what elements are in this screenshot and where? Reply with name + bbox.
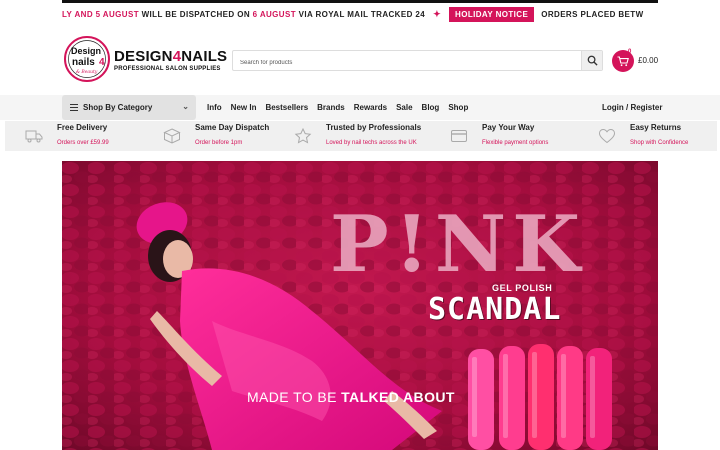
- main-navigation: Shop By Category ⌄ Info New In Bestselle…: [0, 95, 720, 120]
- feature-title: Pay Your Way: [482, 123, 535, 132]
- polish-bottles: [468, 344, 612, 450]
- feature-title: Trusted by Professionals: [326, 123, 422, 132]
- shop-by-category-button[interactable]: Shop By Category ⌄: [62, 95, 196, 120]
- nav-link-brands[interactable]: Brands: [317, 103, 345, 112]
- hero-product-word: SCANDAL: [428, 292, 562, 327]
- feature-subtitle: Shop with Confidence: [630, 140, 689, 146]
- nav-link-shop[interactable]: Shop: [448, 103, 468, 112]
- ticker-date-range: LY AND 5 AUGUST: [62, 10, 139, 19]
- hero-slogan-b: TALKED ABOUT: [341, 389, 455, 405]
- site-header: Design nails 4 & Beauty DESIGN4NAILS PRO…: [62, 30, 658, 92]
- hero-slogan: MADE TO BE TALKED ABOUT: [247, 389, 455, 405]
- login-register-link[interactable]: Login / Register: [602, 103, 662, 112]
- feature-title: Same Day Dispatch: [195, 123, 270, 132]
- nav-link-sale[interactable]: Sale: [396, 103, 412, 112]
- search-bar: [232, 50, 603, 73]
- hero-slogan-a: MADE TO BE: [247, 389, 342, 405]
- search-input[interactable]: [233, 53, 578, 73]
- menu-icon: [70, 104, 78, 111]
- search-icon: [587, 55, 598, 66]
- hero-brand-word: P!NK: [330, 199, 586, 290]
- search-button[interactable]: [581, 51, 602, 70]
- feature-subtitle: Flexible payment options: [482, 140, 549, 146]
- nav-link-info[interactable]: Info: [207, 103, 222, 112]
- nav-link-rewards[interactable]: Rewards: [354, 103, 387, 112]
- ticker-text-3: ORDERS PLACED BETW: [541, 10, 644, 19]
- ticker-dispatch-date: 6 AUGUST: [252, 10, 296, 19]
- brand-name-four: 4: [172, 48, 182, 65]
- features-bar: Free Delivery Orders over £59.99 Same Da…: [5, 121, 717, 151]
- logo-text-nails: nails: [72, 57, 95, 68]
- holiday-notice-badge: HOLIDAY NOTICE: [449, 7, 535, 22]
- announcement-ticker: LY AND 5 AUGUST WILL BE DISPATCHED ON 6 …: [62, 0, 658, 26]
- logo-text-design: Design: [71, 46, 101, 56]
- star-icon: [294, 128, 312, 144]
- ticker-text: WILL BE DISPATCHED ON: [138, 10, 253, 19]
- site-logo[interactable]: Design nails 4 & Beauty: [62, 34, 112, 84]
- card-icon: [451, 130, 467, 142]
- nav-link-blog[interactable]: Blog: [422, 103, 440, 112]
- logo-text-beauty: & Beauty: [76, 69, 98, 75]
- cart-icon: [617, 55, 629, 66]
- cart-total[interactable]: £0.00: [638, 56, 658, 65]
- logo-text-four: 4: [99, 57, 105, 68]
- brand-wordmark[interactable]: DESIGN4NAILS PROFESSIONAL SALON SUPPLIES: [114, 48, 227, 72]
- heart-icon: [598, 128, 616, 144]
- feature-subtitle: Orders over £59.99: [57, 140, 109, 146]
- ticker-text-2: VIA ROYAL MAIL TRACKED 24: [296, 10, 426, 19]
- nav-links: Info New In Bestsellers Brands Rewards S…: [207, 103, 477, 112]
- nav-link-new-in[interactable]: New In: [231, 103, 257, 112]
- nav-link-bestsellers[interactable]: Bestsellers: [265, 103, 308, 112]
- brand-tagline: PROFESSIONAL SALON SUPPLIES: [114, 66, 221, 72]
- brand-name-a: DESIGN: [114, 48, 173, 65]
- ticker-star-icon: ✦: [433, 9, 442, 19]
- brand-name-c: NAILS: [181, 48, 228, 65]
- truck-icon: [25, 130, 43, 143]
- box-icon: [163, 128, 181, 144]
- chevron-down-icon: ⌄: [182, 102, 189, 111]
- feature-subtitle: Order before 1pm: [195, 140, 243, 146]
- feature-subtitle: Loved by nail techs across the UK: [326, 140, 417, 146]
- shop-by-category-label: Shop By Category: [83, 103, 153, 112]
- hero-banner[interactable]: P!NK GEL POLISH SCANDAL MADE TO BE TALKE…: [62, 161, 658, 450]
- cart-count-badge: 0: [628, 49, 632, 55]
- feature-title: Easy Returns: [630, 123, 682, 132]
- feature-title: Free Delivery: [57, 123, 108, 132]
- brand-name: DESIGN4NAILS: [114, 48, 227, 65]
